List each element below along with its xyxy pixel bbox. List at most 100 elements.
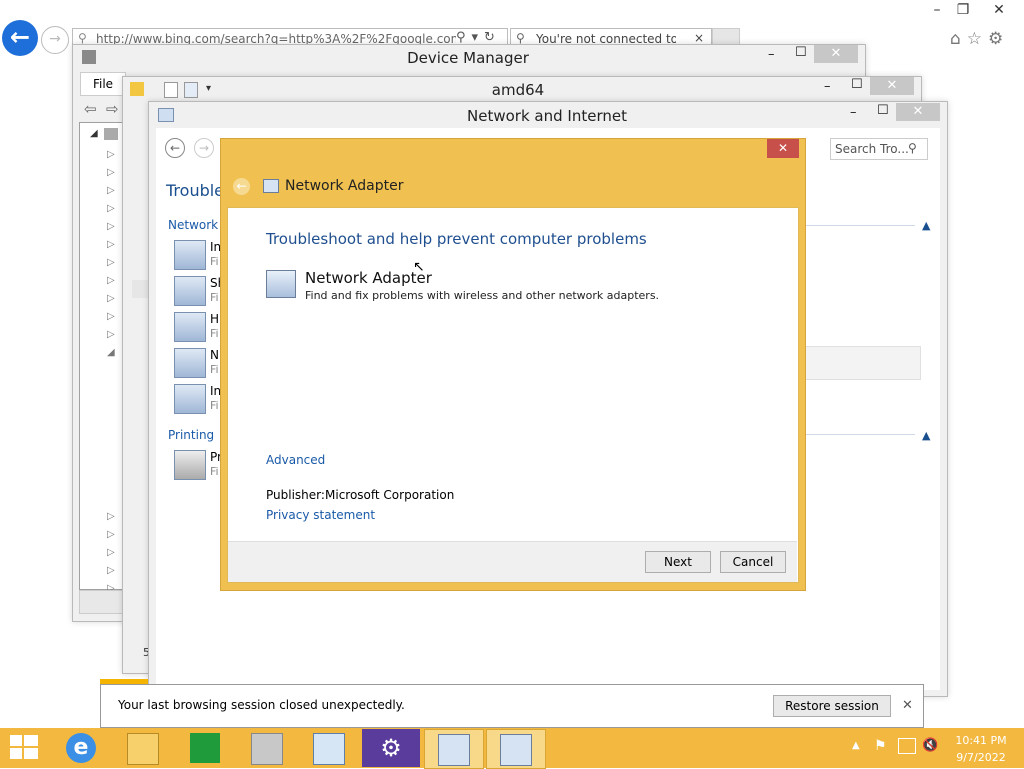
explorer-minimize-button[interactable]: –: [824, 79, 831, 94]
tab-close-button[interactable]: ×: [694, 31, 704, 45]
cp-minimize-button[interactable]: –: [850, 105, 857, 120]
incoming-connections-icon: [174, 384, 206, 414]
cp-item-sub: Fi: [210, 465, 219, 478]
troubleshooter-item-desc: Find and fix problems with wireless and …: [305, 289, 660, 302]
show-hidden-icons-button[interactable]: ▲: [852, 740, 860, 751]
clock-time[interactable]: 10:41 PM: [950, 734, 1012, 747]
taskbar-settings[interactable]: ⚙: [362, 729, 420, 767]
dm-device-tree[interactable]: [79, 122, 125, 590]
printer-icon: [174, 450, 206, 480]
action-center-flag-icon[interactable]: ⚑: [874, 738, 887, 754]
network-troubleshooter-icon: [438, 734, 470, 766]
cp-collapse-printing-icon[interactable]: ▲: [922, 429, 930, 442]
tab-page-icon: ⚲: [516, 31, 525, 45]
favorites-icon[interactable]: ☆: [967, 29, 988, 49]
browser-tools-icons[interactable]: ⌂☆⚙: [950, 29, 1009, 49]
internet-connections-icon: [174, 240, 206, 270]
cancel-button[interactable]: Cancel: [720, 551, 786, 573]
mouse-cursor-icon: ↖: [413, 259, 425, 275]
internet-explorer-icon: e: [66, 733, 96, 763]
explorer-title: amd64: [491, 81, 545, 99]
taskbar-internet-explorer[interactable]: e: [52, 729, 110, 767]
privacy-link[interactable]: Privacy statement: [266, 508, 375, 522]
taskbar-file-explorer[interactable]: [114, 729, 172, 767]
dm-minimize-button[interactable]: –: [768, 47, 775, 62]
dm-tree-expanders-lower[interactable]: ▷ ▷ ▷ ▷ ▷: [107, 508, 115, 598]
cp-search-placeholder: Search Tro...: [835, 142, 909, 156]
network-adapter-icon: [500, 734, 532, 766]
dialog-title: Network Adapter: [285, 178, 404, 194]
network-status-icon[interactable]: [898, 738, 916, 754]
dm-forward-icon[interactable]: ⇨: [106, 100, 119, 118]
network-adapter-icon: [263, 179, 279, 193]
volume-muted-icon[interactable]: 🔇: [922, 738, 938, 753]
cp-selected-row[interactable]: [805, 346, 921, 380]
search-icon[interactable]: ⚲: [908, 141, 917, 155]
cp-forward-button[interactable]: →: [194, 138, 214, 158]
device-manager-title: Device Manager: [407, 49, 529, 67]
next-button[interactable]: Next: [645, 551, 711, 573]
control-panel-icon: [313, 733, 345, 765]
restore-session-button[interactable]: Restore session: [773, 695, 891, 717]
publisher-value: Microsoft Corporation: [325, 488, 455, 502]
dm-menu-file[interactable]: File: [80, 72, 126, 96]
cp-maximize-button[interactable]: ☐: [877, 103, 889, 118]
home-icon[interactable]: ⌂: [950, 29, 967, 49]
dm-tree-expanders[interactable]: ▷ ▷ ▷ ▷ ▷ ▷ ▷ ▷ ▷ ▷ ▷ ◢: [107, 146, 115, 362]
taskbar-device-manager[interactable]: [238, 729, 296, 767]
cp-item-title[interactable]: H: [210, 312, 219, 326]
back-button[interactable]: ←: [2, 20, 38, 56]
notification-close-button[interactable]: ✕: [902, 698, 913, 713]
network-adapter-icon: [266, 270, 296, 298]
cp-back-button[interactable]: ←: [165, 138, 185, 158]
forward-button[interactable]: →: [41, 26, 69, 54]
cp-close-button[interactable]: ✕: [896, 103, 940, 121]
cp-item-title[interactable]: N: [210, 348, 219, 362]
dialog-close-button[interactable]: ✕: [767, 139, 799, 158]
clock-date[interactable]: 9/7/2022: [950, 751, 1012, 764]
dm-tree-root-toggle[interactable]: ◢: [90, 128, 98, 139]
taskbar-network-troubleshooter[interactable]: [424, 729, 484, 769]
file-explorer-icon: [127, 733, 159, 765]
cp-item-sub: Fi: [210, 291, 219, 304]
explorer-maximize-button[interactable]: ☐: [851, 77, 863, 92]
shared-folders-icon: [174, 276, 206, 306]
homegroup-icon: [174, 312, 206, 342]
search-icon: ⚲: [78, 31, 87, 45]
network-adapter-icon: [174, 348, 206, 378]
dm-back-icon[interactable]: ⇦: [84, 100, 97, 118]
dialog-heading: Troubleshoot and help prevent computer p…: [266, 230, 647, 248]
computer-icon: [104, 128, 118, 140]
cp-collapse-network-icon[interactable]: ▲: [922, 219, 930, 232]
cp-item-sub: Fi: [210, 363, 219, 376]
device-manager-icon: [251, 733, 283, 765]
explorer-close-button[interactable]: ✕: [870, 77, 914, 95]
advanced-link[interactable]: Advanced: [266, 453, 325, 467]
gear-icon: ⚙: [380, 734, 402, 762]
dm-close-button[interactable]: ✕: [814, 45, 858, 63]
cp-group-divider: [805, 434, 915, 435]
address-actions-icon[interactable]: ⚲▾↻: [456, 30, 501, 45]
store-icon: [190, 733, 220, 763]
cp-item-sub: Fi: [210, 327, 219, 340]
browser-restore-button[interactable]: ❐: [948, 2, 978, 20]
publisher-label: Publisher:: [266, 488, 325, 502]
cp-heading: Trouble: [166, 181, 225, 200]
taskbar-control-panel[interactable]: [300, 729, 358, 767]
browser-close-button[interactable]: ✕: [984, 2, 1014, 20]
dialog-back-button[interactable]: ←: [233, 178, 250, 195]
notification-message: Your last browsing session closed unexpe…: [118, 698, 405, 712]
taskbar-store[interactable]: [176, 729, 234, 767]
taskbar-network-adapter[interactable]: [486, 729, 546, 769]
dm-status-bar: [79, 590, 125, 614]
cp-item-sub: Fi: [210, 255, 219, 268]
settings-icon[interactable]: ⚙: [988, 29, 1009, 49]
dm-maximize-button[interactable]: ☐: [795, 45, 807, 60]
dialog-body: [227, 207, 799, 583]
cp-group-printing: Printing: [168, 428, 215, 442]
cp-group-network: Network: [168, 218, 219, 232]
cp-group-divider: [805, 225, 915, 226]
windows-start-icon[interactable]: [10, 735, 38, 761]
cp-item-sub: Fi: [210, 399, 219, 412]
dialog-footer: [228, 541, 797, 582]
